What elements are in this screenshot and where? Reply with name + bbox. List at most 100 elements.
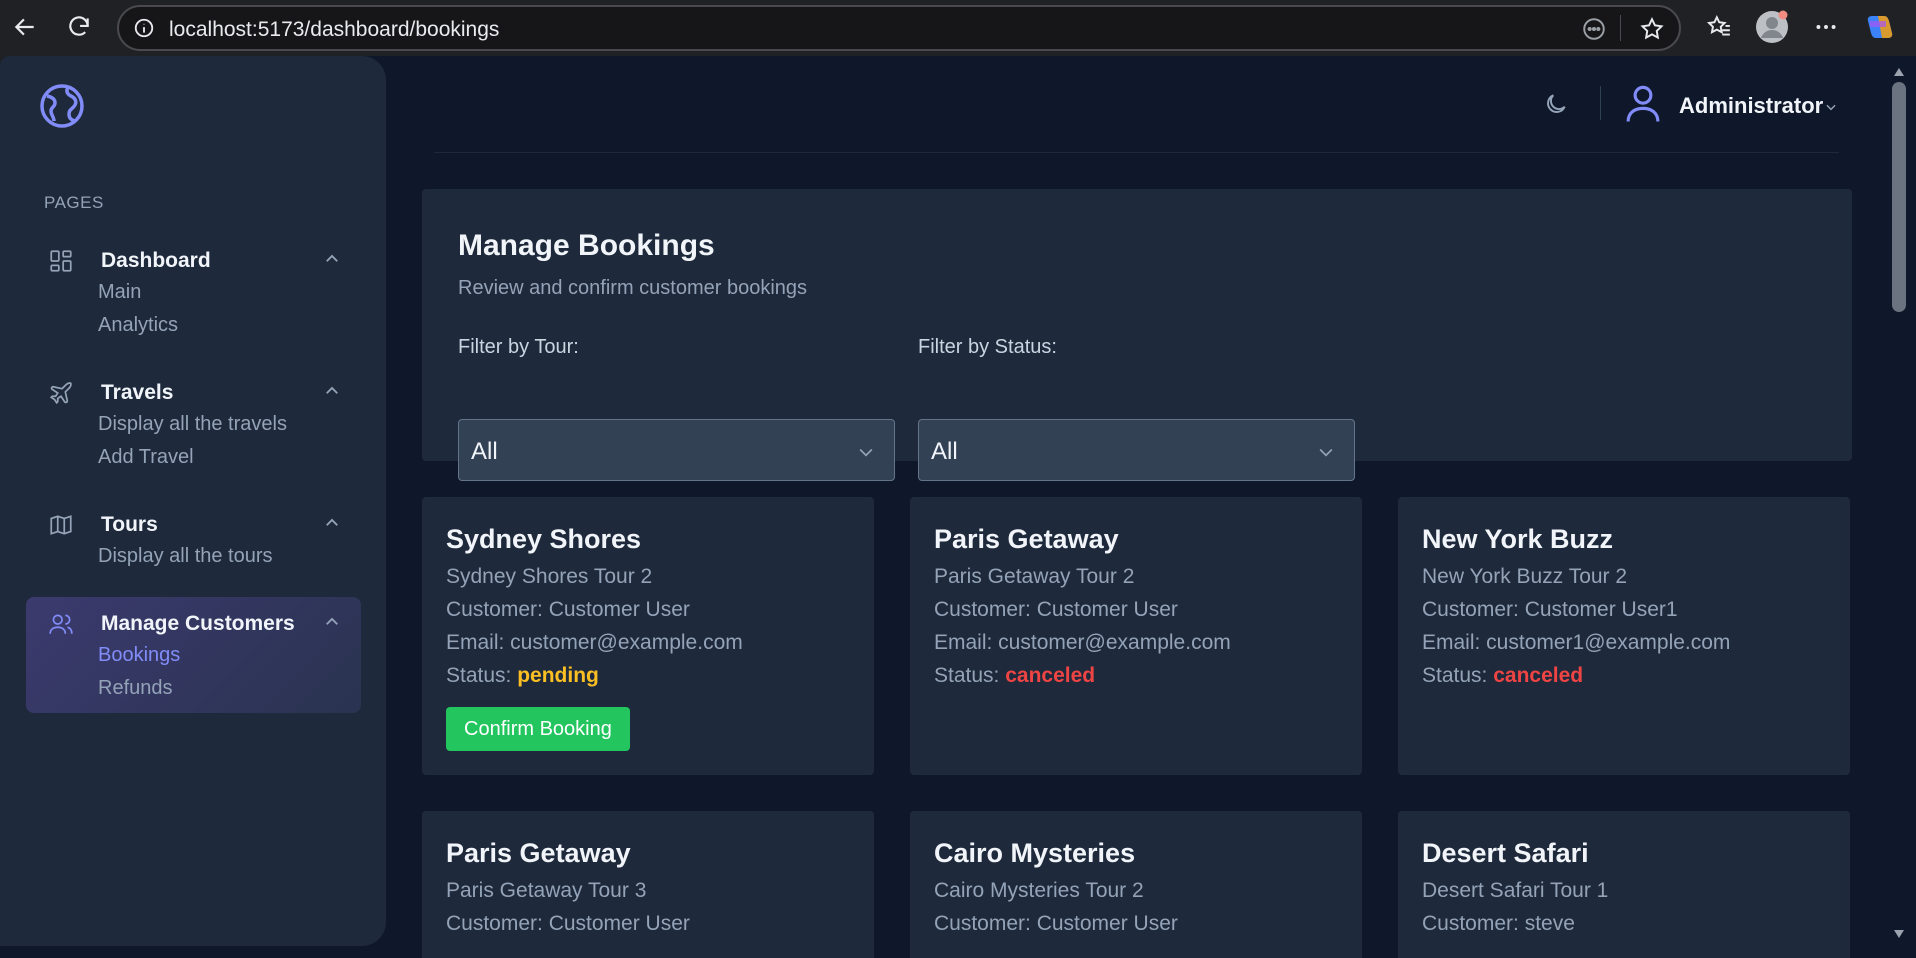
booking-status-label: Status: bbox=[934, 664, 1000, 687]
sidebar-subitem-add-travel[interactable]: Add Travel bbox=[98, 441, 361, 474]
page-subtitle: Review and confirm customer bookings bbox=[458, 277, 808, 299]
chevron-up-icon[interactable] bbox=[323, 250, 341, 273]
booking-tour: Desert Safari Tour 1 bbox=[1422, 879, 1609, 902]
booking-title: Paris Getaway bbox=[934, 524, 1119, 554]
sidebar-subitem-bookings[interactable]: Bookings bbox=[98, 639, 361, 672]
sidebar-item-label: Dashboard bbox=[101, 249, 211, 272]
confirm-booking-button[interactable]: Confirm Booking bbox=[446, 707, 630, 751]
booking-card: Sydney Shores Sydney Shores Tour 2 Custo… bbox=[422, 497, 874, 775]
filter-status-select[interactable]: All bbox=[918, 419, 1355, 481]
sidebar-group-manage-customers: Manage Customers Bookings Refunds bbox=[26, 597, 361, 713]
booking-customer: Customer: Customer User bbox=[934, 598, 1178, 621]
address-bar[interactable]: localhost:5173/dashboard/bookings bbox=[117, 5, 1681, 51]
sidebar-item-label: Manage Customers bbox=[101, 612, 295, 635]
booking-title: New York Buzz bbox=[1422, 524, 1614, 554]
sidebar-subitem-main[interactable]: Main bbox=[98, 276, 361, 309]
sidebar-item-label: Travels bbox=[101, 381, 174, 404]
booking-title: Paris Getaway bbox=[446, 838, 631, 868]
booking-title: Desert Safari bbox=[1422, 838, 1589, 868]
sidebar-group-tours: Tours Display all the tours bbox=[26, 504, 361, 573]
reload-icon[interactable] bbox=[62, 10, 96, 44]
moon-icon[interactable] bbox=[1543, 91, 1569, 122]
scrollbar-thumb[interactable] bbox=[1892, 82, 1906, 312]
booking-status-label: Status: bbox=[446, 664, 512, 687]
globe-logo-icon[interactable] bbox=[38, 82, 86, 135]
users-icon bbox=[48, 611, 74, 642]
address-divider bbox=[1620, 15, 1621, 41]
page-title: Manage Bookings bbox=[458, 229, 715, 262]
topbar-divider-line bbox=[434, 152, 1839, 153]
sidebar-item-manage-customers[interactable]: Manage Customers bbox=[26, 603, 361, 643]
sidebar-section-label: PAGES bbox=[44, 193, 104, 212]
sidebar-item-dashboard[interactable]: Dashboard bbox=[26, 240, 361, 280]
booking-title: Cairo Mysteries bbox=[934, 838, 1136, 868]
browser-toolbar: localhost:5173/dashboard/bookings bbox=[0, 0, 1916, 56]
chevron-up-icon[interactable] bbox=[323, 613, 341, 636]
sidebar-item-travels[interactable]: Travels bbox=[26, 372, 361, 412]
sidebar-item-label: Tours bbox=[101, 513, 158, 536]
booking-customer: Customer: steve bbox=[1422, 912, 1575, 935]
sidebar-group-dashboard: Dashboard Main Analytics bbox=[26, 240, 361, 342]
booking-tour: Paris Getaway Tour 3 bbox=[446, 879, 647, 902]
booking-status-label: Status: bbox=[1422, 664, 1488, 687]
booking-tour: Cairo Mysteries Tour 2 bbox=[934, 879, 1144, 902]
plane-icon bbox=[48, 380, 74, 411]
copilot-icon[interactable] bbox=[1864, 10, 1898, 44]
sidebar-subitem-display-tours[interactable]: Display all the tours bbox=[98, 540, 361, 573]
page-viewport: PAGES Dashboard Main Analytics Travels D… bbox=[0, 56, 1916, 958]
chevron-up-icon[interactable] bbox=[323, 382, 341, 405]
sidebar-subitem-display-travels[interactable]: Display all the travels bbox=[98, 408, 361, 441]
booking-status-row: Status: pending bbox=[446, 664, 599, 688]
chevron-down-icon[interactable] bbox=[1824, 100, 1838, 119]
booking-customer: Customer: Customer User bbox=[446, 598, 690, 621]
status-badge: pending bbox=[517, 664, 599, 687]
sidebar-subitem-analytics[interactable]: Analytics bbox=[98, 309, 361, 342]
profile-avatar[interactable] bbox=[1755, 10, 1789, 44]
booking-customer: Customer: Customer User bbox=[934, 912, 1178, 935]
more-tools-icon[interactable] bbox=[1581, 16, 1607, 47]
grid-icon bbox=[48, 248, 74, 279]
booking-customer: Customer: Customer User1 bbox=[1422, 598, 1678, 621]
filter-status-label: Filter by Status: bbox=[918, 336, 1057, 358]
booking-tour: Paris Getaway Tour 2 bbox=[934, 565, 1135, 588]
sidebar: PAGES Dashboard Main Analytics Travels D… bbox=[0, 56, 386, 946]
bookings-header-panel: Manage Bookings Review and confirm custo… bbox=[422, 189, 1852, 481]
chevron-down-icon bbox=[856, 442, 876, 467]
favorites-icon[interactable] bbox=[1702, 10, 1736, 44]
site-info-icon[interactable] bbox=[133, 17, 155, 44]
booking-email: Email: customer1@example.com bbox=[1422, 631, 1731, 654]
url-text[interactable]: localhost:5173/dashboard/bookings bbox=[169, 18, 499, 42]
chevron-up-icon[interactable] bbox=[323, 514, 341, 537]
chevron-down-icon bbox=[1316, 442, 1336, 467]
booking-tour: New York Buzz Tour 2 bbox=[1422, 565, 1628, 588]
booking-card: Paris Getaway Paris Getaway Tour 3 Custo… bbox=[422, 811, 874, 958]
scroll-down-arrow-icon[interactable] bbox=[1893, 926, 1905, 944]
sidebar-subitem-refunds[interactable]: Refunds bbox=[98, 672, 361, 705]
menu-dots-icon[interactable] bbox=[1809, 10, 1843, 44]
scroll-up-arrow-icon[interactable] bbox=[1893, 64, 1905, 82]
sidebar-item-tours[interactable]: Tours bbox=[26, 504, 361, 544]
status-badge: canceled bbox=[1493, 664, 1584, 687]
booking-title: Sydney Shores bbox=[446, 524, 642, 554]
booking-status-row: Status: canceled bbox=[1422, 664, 1583, 688]
filter-tour-label: Filter by Tour: bbox=[458, 336, 579, 358]
booking-tour: Sydney Shores Tour 2 bbox=[446, 565, 653, 588]
filter-status-value: All bbox=[931, 438, 958, 465]
booking-customer: Customer: Customer User bbox=[446, 912, 690, 935]
booking-status-row: Status: canceled bbox=[934, 664, 1095, 688]
booking-email: Email: customer@example.com bbox=[934, 631, 1231, 654]
filter-tour-select[interactable]: All bbox=[458, 419, 895, 481]
topbar-divider bbox=[1600, 86, 1601, 120]
user-icon[interactable] bbox=[1622, 82, 1664, 131]
booking-card: New York Buzz New York Buzz Tour 2 Custo… bbox=[1398, 497, 1850, 775]
booking-card: Paris Getaway Paris Getaway Tour 2 Custo… bbox=[910, 497, 1362, 775]
star-icon[interactable] bbox=[1639, 16, 1665, 47]
map-icon bbox=[48, 512, 74, 543]
back-icon[interactable] bbox=[8, 10, 42, 44]
sidebar-group-travels: Travels Display all the travels Add Trav… bbox=[26, 372, 361, 474]
status-badge: canceled bbox=[1005, 664, 1096, 687]
booking-card: Cairo Mysteries Cairo Mysteries Tour 2 C… bbox=[910, 811, 1362, 958]
user-name[interactable]: Administrator bbox=[1679, 93, 1823, 119]
booking-card: Desert Safari Desert Safari Tour 1 Custo… bbox=[1398, 811, 1850, 958]
filter-tour-value: All bbox=[471, 438, 498, 465]
